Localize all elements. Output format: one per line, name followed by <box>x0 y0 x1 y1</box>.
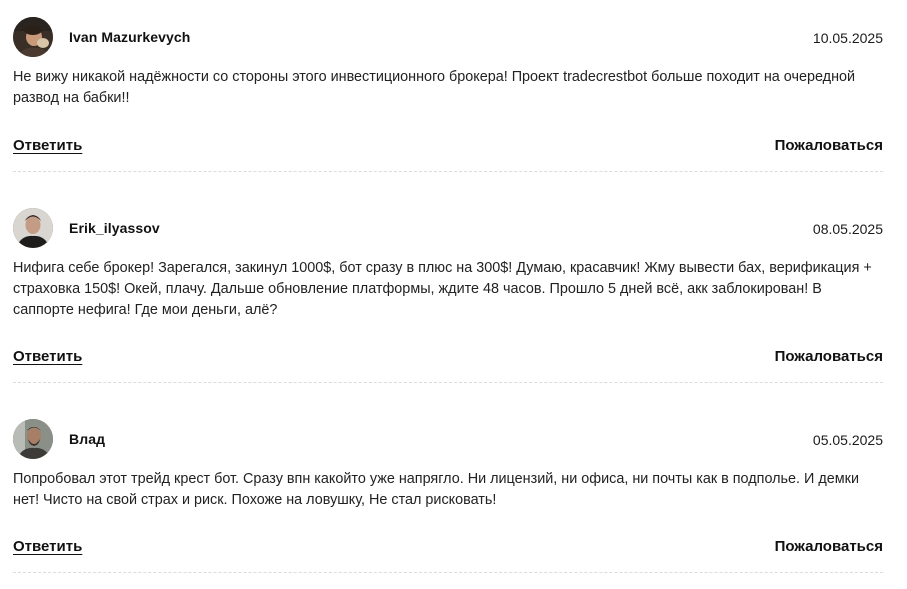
report-button[interactable]: Пожаловаться <box>775 538 883 555</box>
avatar <box>13 208 53 248</box>
user-avatar-icon <box>13 208 53 248</box>
comment-date: 05.05.2025 <box>812 432 883 448</box>
report-button[interactable]: Пожаловаться <box>775 348 883 365</box>
user-avatar-icon <box>13 419 53 459</box>
comment-item: Влад 05.05.2025 Попробовал этот трейд кр… <box>13 419 883 573</box>
comment-actions: Ответить Пожаловаться <box>13 137 883 161</box>
comment-divider <box>13 572 883 573</box>
comment-divider <box>13 382 883 383</box>
avatar <box>13 419 53 459</box>
comment-text: Не вижу никакой надёжности со стороны эт… <box>13 69 856 106</box>
avatar <box>13 17 53 57</box>
reply-button[interactable]: Ответить <box>13 348 82 365</box>
comment-date: 10.05.2025 <box>812 30 883 46</box>
comment-item: Erik_ilyassov 08.05.2025 Нифига себе бро… <box>13 208 883 383</box>
comment-text: Попробовал этот трейд крест бот. Сразу в… <box>13 471 859 508</box>
comments-list: Ivan Mazurkevych 10.05.2025 Не вижу ника… <box>0 0 907 589</box>
user-avatar-icon <box>13 17 53 57</box>
comment-divider <box>13 171 883 172</box>
comment-author: Erik_ilyassov <box>69 220 160 236</box>
comment-author: Ivan Mazurkevych <box>69 29 191 45</box>
comment-date: 08.05.2025 <box>812 221 883 237</box>
reply-button[interactable]: Ответить <box>13 538 82 555</box>
reply-button[interactable]: Ответить <box>13 137 82 154</box>
comment-item: Ivan Mazurkevych 10.05.2025 Не вижу ника… <box>13 17 883 172</box>
comment-text: Нифига себе брокер! Зарегался, закинул 1… <box>13 260 872 318</box>
comment-header: Ivan Mazurkevych 10.05.2025 <box>13 17 883 59</box>
report-button[interactable]: Пожаловаться <box>775 137 883 154</box>
comment-actions: Ответить Пожаловаться <box>13 538 883 562</box>
comment-header: Влад 05.05.2025 <box>13 419 883 461</box>
comment-actions: Ответить Пожаловаться <box>13 348 883 372</box>
comment-author: Влад <box>69 431 106 447</box>
comment-header: Erik_ilyassov 08.05.2025 <box>13 208 883 250</box>
